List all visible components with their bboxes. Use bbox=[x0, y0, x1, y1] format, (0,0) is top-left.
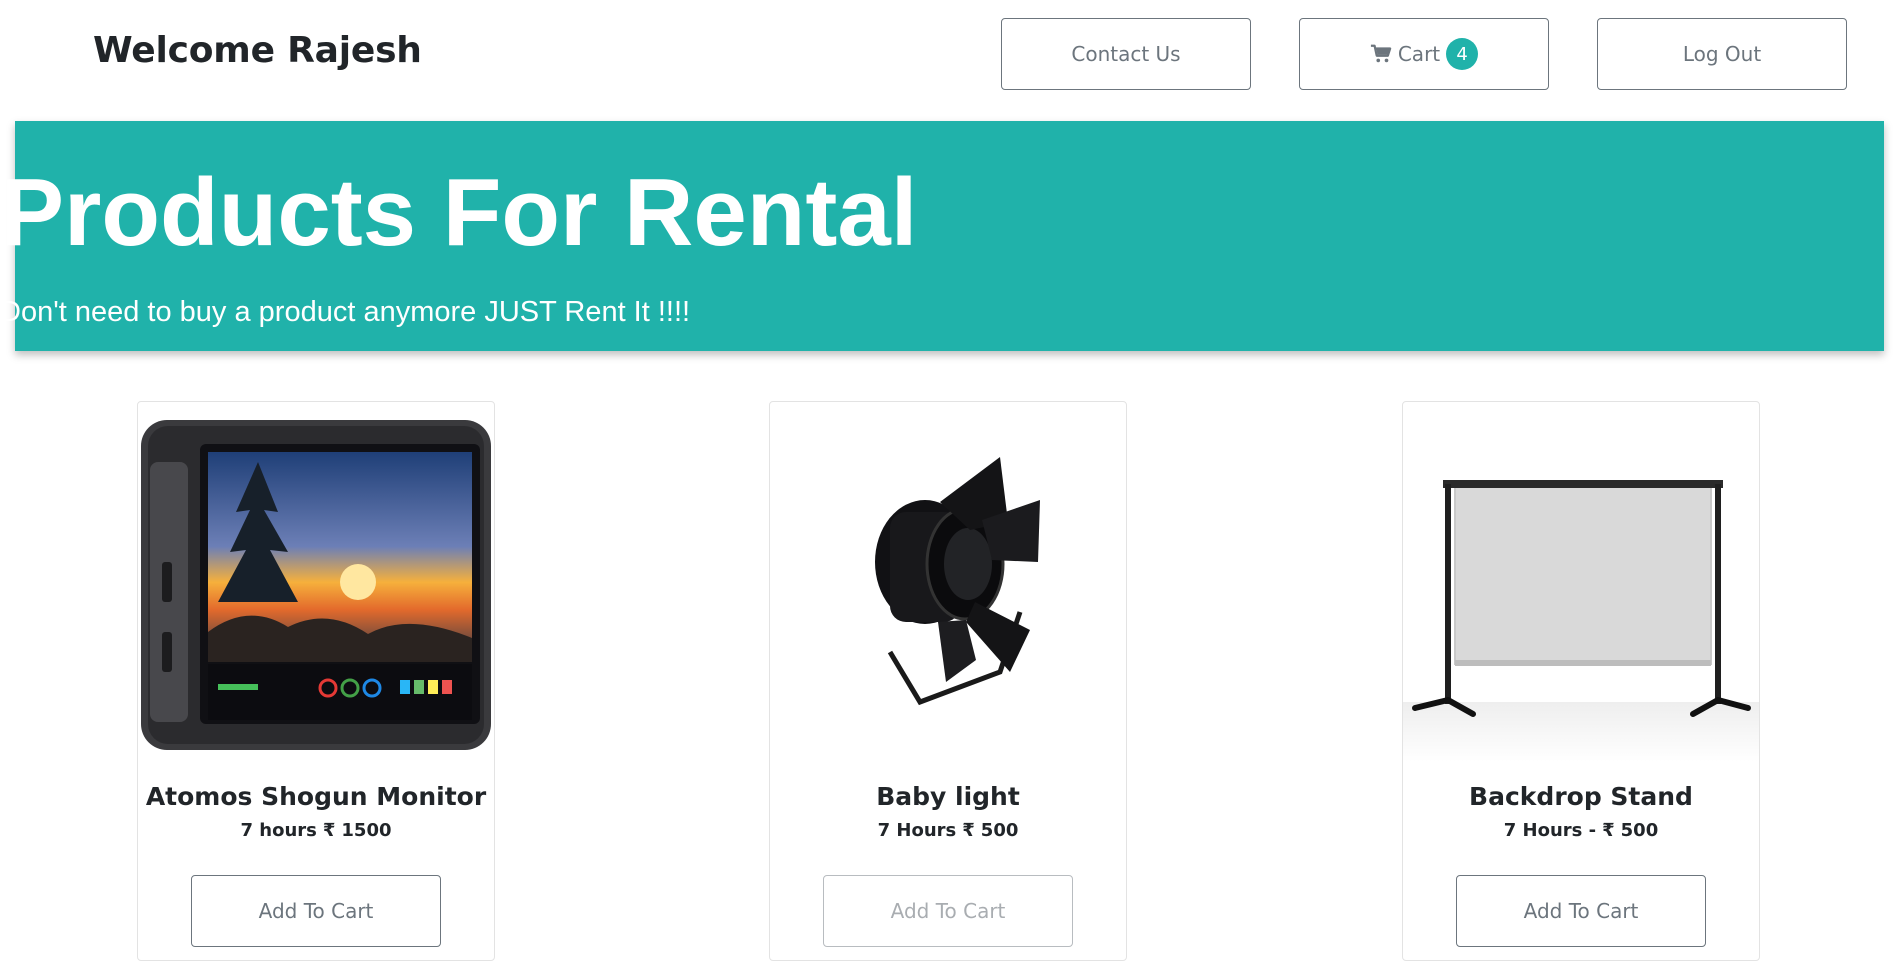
field-monitor-image bbox=[138, 402, 494, 762]
cart-button[interactable]: Cart 4 bbox=[1299, 18, 1549, 90]
product-name: Baby light bbox=[876, 782, 1020, 811]
backdrop-stand-image bbox=[1403, 402, 1759, 762]
spotlight-image bbox=[770, 402, 1126, 762]
product-price: 7 Hours - ₹500 bbox=[1403, 820, 1759, 841]
add-to-cart-label: Add To Cart bbox=[1523, 899, 1639, 923]
shopping-cart-icon bbox=[1370, 43, 1392, 65]
add-to-cart-label: Add To Cart bbox=[890, 899, 1006, 923]
product-price: 7 Hours ₹500 bbox=[770, 820, 1126, 841]
page-title: Products For Rental bbox=[0, 159, 918, 266]
welcome-message: Welcome Rajesh bbox=[93, 30, 422, 71]
add-to-cart-button[interactable]: Add To Cart bbox=[823, 875, 1073, 947]
add-to-cart-button[interactable]: Add To Cart bbox=[1456, 875, 1706, 947]
log-out-label: Log Out bbox=[1682, 42, 1762, 66]
add-to-cart-button[interactable]: Add To Cart bbox=[191, 875, 441, 947]
add-to-cart-label: Add To Cart bbox=[258, 899, 374, 923]
contact-us-button[interactable]: Contact Us bbox=[1001, 18, 1251, 90]
rental-duration: 7 hours bbox=[240, 820, 317, 841]
product-card: Backdrop Stand 7 Hours - ₹500 Add To Cart bbox=[1402, 401, 1760, 961]
rental-duration: 7 Hours bbox=[877, 820, 957, 841]
cart-label: Cart bbox=[1397, 42, 1441, 66]
contact-us-label: Contact Us bbox=[1071, 42, 1181, 66]
product-card: Atomos Shogun Monitor 7 hours ₹1500 Add T… bbox=[137, 401, 495, 961]
product-price: 7 hours ₹1500 bbox=[138, 820, 494, 841]
cart-count-badge: 4 bbox=[1446, 38, 1479, 70]
rental-duration: 7 Hours - bbox=[1503, 820, 1597, 841]
product-card: Baby light 7 Hours ₹500 Add To Cart bbox=[769, 401, 1127, 961]
rupee-icon: ₹ bbox=[1602, 820, 1615, 841]
product-name: Atomos Shogun Monitor bbox=[145, 782, 487, 811]
product-name: Backdrop Stand bbox=[1469, 782, 1693, 811]
rupee-icon: ₹ bbox=[962, 820, 975, 841]
price-value: 500 bbox=[980, 820, 1019, 841]
page-subtitle: Don't need to buy a product anymore JUST… bbox=[0, 296, 691, 328]
top-navbar: Welcome Rajesh Contact Us Cart 4 Log Out bbox=[0, 0, 1895, 118]
price-value: 1500 bbox=[341, 820, 392, 841]
log-out-button[interactable]: Log Out bbox=[1597, 18, 1847, 90]
price-value: 500 bbox=[1620, 820, 1659, 841]
rupee-icon: ₹ bbox=[322, 820, 336, 841]
